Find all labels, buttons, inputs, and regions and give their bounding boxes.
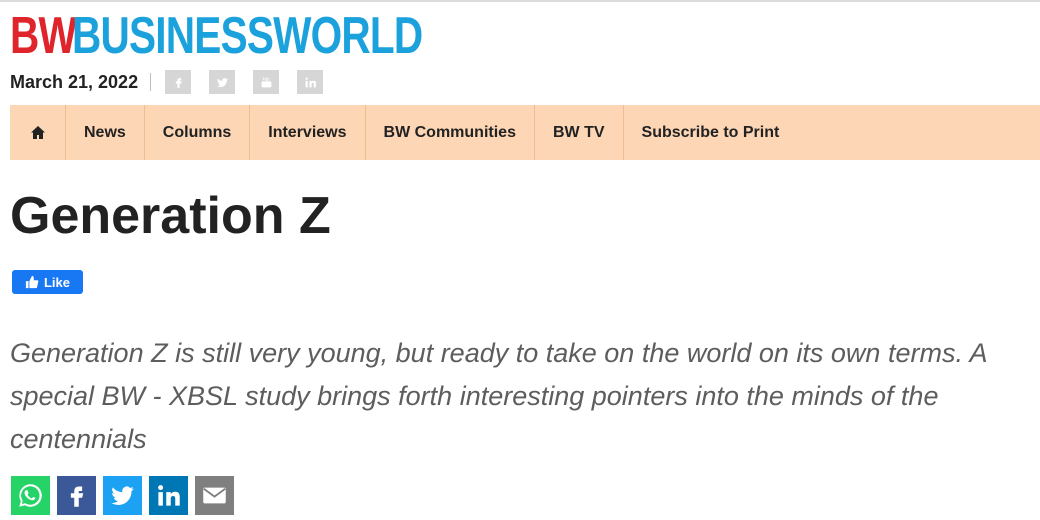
whatsapp-share-button[interactable]	[11, 476, 50, 515]
current-date: March 21, 2022	[10, 71, 139, 92]
facebook-icon	[70, 486, 84, 507]
nav-bw-tv[interactable]: BW TV	[535, 105, 624, 160]
facebook-like-button[interactable]: Like	[12, 270, 83, 294]
article-title: Generation Z	[10, 187, 331, 245]
date-bar: March 21, 2022	[10, 70, 341, 94]
nav-news[interactable]: News	[66, 105, 145, 160]
email-icon	[203, 487, 226, 504]
twitter-icon	[111, 486, 134, 505]
home-icon	[30, 126, 45, 139]
nav-columns[interactable]: Columns	[145, 105, 251, 160]
main-nav: News Columns Interviews BW Communities B…	[10, 105, 1040, 160]
nav-subscribe[interactable]: Subscribe to Print	[624, 105, 798, 160]
site-logo[interactable]: BW BUSINESSWORLD	[10, 8, 521, 62]
linkedin-share-button[interactable]	[149, 476, 188, 515]
linkedin-icon[interactable]	[297, 70, 324, 94]
article-summary: Generation Z is still very young, but re…	[10, 338, 987, 454]
twitter-share-button[interactable]	[103, 476, 142, 515]
share-bar	[11, 476, 241, 515]
nav-interviews[interactable]: Interviews	[250, 105, 366, 160]
date-separator	[150, 73, 152, 91]
twitter-icon[interactable]	[209, 70, 236, 94]
facebook-icon[interactable]	[165, 70, 192, 94]
whatsapp-icon	[19, 484, 42, 507]
like-label: Like	[43, 274, 70, 290]
thumbs-up-icon	[25, 275, 39, 289]
nav-bw-communities[interactable]: BW Communities	[366, 105, 535, 160]
logo-name: BUSINESSWORLD	[72, 7, 423, 65]
facebook-share-button[interactable]	[57, 476, 96, 515]
nav-home[interactable]	[10, 105, 66, 160]
linkedin-icon	[158, 485, 180, 506]
logo-prefix: BW	[10, 7, 77, 65]
email-share-button[interactable]	[195, 476, 234, 515]
top-border	[0, 0, 1040, 2]
youtube-icon[interactable]	[253, 70, 280, 94]
